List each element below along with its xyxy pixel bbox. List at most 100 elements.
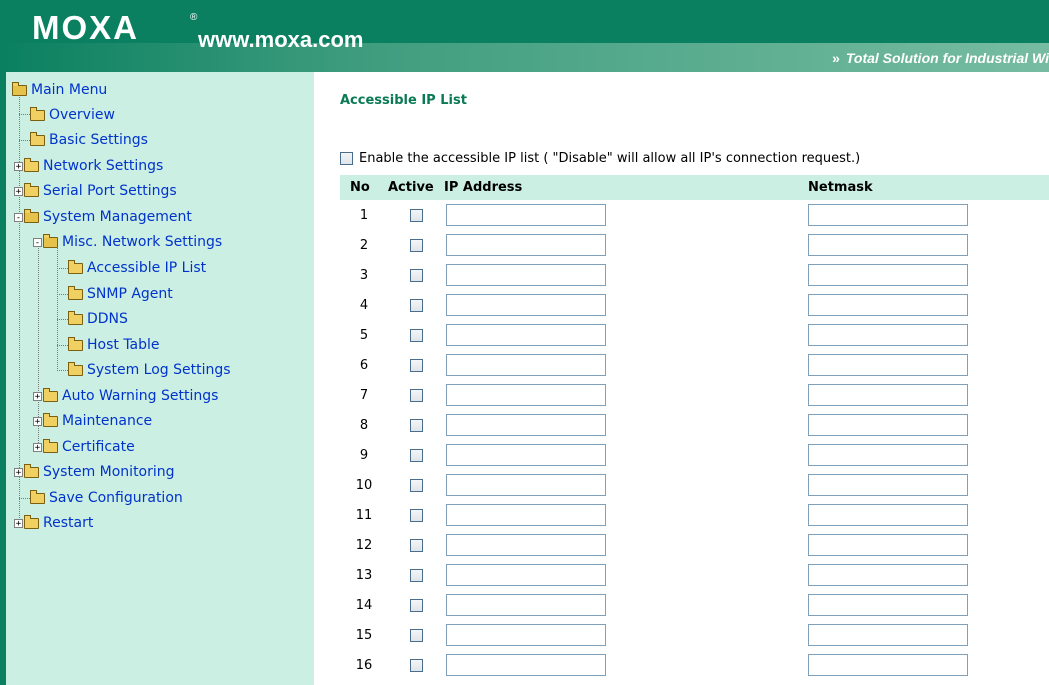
- ip-address-input[interactable]: [446, 354, 606, 376]
- active-checkbox[interactable]: [409, 418, 423, 432]
- registered-mark: ®: [190, 12, 198, 23]
- active-checkbox[interactable]: [409, 478, 423, 492]
- expand-icon[interactable]: +: [14, 467, 23, 477]
- netmask-input[interactable]: [808, 384, 968, 406]
- sidebar-item-misc-network-settings[interactable]: - Misc. Network Settings: [33, 232, 222, 252]
- active-checkbox[interactable]: [409, 388, 423, 402]
- active-cell: [388, 590, 444, 620]
- netmask-cell: [808, 620, 1049, 650]
- ip-address-input[interactable]: [446, 414, 606, 436]
- ip-address-input[interactable]: [446, 444, 606, 466]
- ip-address-input[interactable]: [446, 324, 606, 346]
- sidebar-item-basic-settings[interactable]: Basic Settings: [30, 130, 148, 150]
- ip-cell: [444, 590, 808, 620]
- sidebar-item-network-settings[interactable]: + Network Settings: [14, 156, 163, 176]
- ip-address-input[interactable]: [446, 384, 606, 406]
- sidebar-item-save-configuration[interactable]: Save Configuration: [30, 488, 183, 508]
- ip-address-input[interactable]: [446, 474, 606, 496]
- ip-address-input[interactable]: [446, 564, 606, 586]
- folder-icon: [68, 259, 83, 274]
- sidebar-item-host-table[interactable]: Host Table: [68, 335, 160, 355]
- active-checkbox[interactable]: [409, 508, 423, 522]
- active-checkbox[interactable]: [409, 268, 423, 282]
- expand-icon[interactable]: +: [14, 518, 23, 528]
- netmask-input[interactable]: [808, 444, 968, 466]
- active-checkbox[interactable]: [409, 628, 423, 642]
- enable-label: Enable the accessible IP list ( "Disable…: [359, 151, 861, 166]
- netmask-input[interactable]: [808, 294, 968, 316]
- table-row: 3: [340, 260, 1049, 290]
- netmask-input[interactable]: [808, 624, 968, 646]
- ip-address-input[interactable]: [446, 204, 606, 226]
- table-row: 13: [340, 560, 1049, 590]
- sidebar-item-system-log-settings[interactable]: System Log Settings: [68, 360, 231, 380]
- sidebar-item-overview[interactable]: Overview: [30, 105, 115, 125]
- active-checkbox[interactable]: [409, 328, 423, 342]
- sidebar-item-label: Auto Warning Settings: [62, 388, 219, 404]
- row-number: 1: [359, 207, 369, 223]
- folder-icon: [68, 285, 83, 300]
- ip-address-input[interactable]: [446, 594, 606, 616]
- active-checkbox[interactable]: [409, 298, 423, 312]
- netmask-cell: [808, 470, 1049, 500]
- header-banner: MOXA ® www.moxa.com » Total Solution for …: [0, 0, 1049, 72]
- netmask-input[interactable]: [808, 504, 968, 526]
- sidebar-item-accessible-ip-list[interactable]: Accessible IP List: [68, 258, 206, 278]
- netmask-cell: [808, 230, 1049, 260]
- active-checkbox[interactable]: [409, 448, 423, 462]
- sidebar-item-snmp-agent[interactable]: SNMP Agent: [68, 284, 173, 304]
- active-checkbox[interactable]: [409, 208, 423, 222]
- expand-icon[interactable]: +: [33, 391, 42, 401]
- tagline: » Total Solution for Industrial Wi: [832, 50, 1049, 66]
- enable-accessible-ip-checkbox[interactable]: [340, 152, 353, 165]
- netmask-input[interactable]: [808, 534, 968, 556]
- ip-address-input[interactable]: [446, 234, 606, 256]
- netmask-input[interactable]: [808, 264, 968, 286]
- netmask-input[interactable]: [808, 324, 968, 346]
- active-cell: [388, 260, 444, 290]
- sidebar-item-label: Overview: [49, 107, 115, 123]
- active-checkbox[interactable]: [409, 598, 423, 612]
- collapse-icon[interactable]: -: [14, 212, 23, 222]
- sidebar-item-main-menu[interactable]: Main Menu: [12, 80, 107, 100]
- netmask-input[interactable]: [808, 594, 968, 616]
- collapse-icon[interactable]: -: [33, 237, 42, 247]
- active-cell: [388, 650, 444, 680]
- netmask-input[interactable]: [808, 234, 968, 256]
- expand-icon[interactable]: +: [33, 416, 42, 426]
- sidebar-item-system-management[interactable]: - System Management: [14, 207, 192, 227]
- column-header-ip-address: IP Address: [444, 175, 808, 200]
- sidebar-item-label: DDNS: [87, 311, 128, 327]
- expand-icon[interactable]: +: [14, 186, 23, 196]
- active-checkbox[interactable]: [409, 658, 423, 672]
- expand-icon[interactable]: +: [14, 161, 23, 171]
- ip-address-input[interactable]: [446, 624, 606, 646]
- ip-address-input[interactable]: [446, 264, 606, 286]
- netmask-input[interactable]: [808, 474, 968, 496]
- enable-row: Enable the accessible IP list ( "Disable…: [340, 151, 860, 166]
- active-checkbox[interactable]: [409, 238, 423, 252]
- ip-address-input[interactable]: [446, 294, 606, 316]
- sidebar-item-ddns[interactable]: DDNS: [68, 309, 128, 329]
- active-checkbox[interactable]: [409, 568, 423, 582]
- sidebar-item-restart[interactable]: + Restart: [14, 513, 93, 533]
- sidebar-item-serial-port-settings[interactable]: + Serial Port Settings: [14, 181, 177, 201]
- netmask-input[interactable]: [808, 414, 968, 436]
- sidebar-item-auto-warning-settings[interactable]: + Auto Warning Settings: [33, 386, 218, 406]
- ip-address-input[interactable]: [446, 654, 606, 676]
- ip-address-input[interactable]: [446, 534, 606, 556]
- ip-address-input[interactable]: [446, 504, 606, 526]
- expand-icon[interactable]: +: [33, 442, 42, 452]
- row-number: 6: [359, 357, 369, 373]
- table-row: 15: [340, 620, 1049, 650]
- netmask-input[interactable]: [808, 564, 968, 586]
- netmask-input[interactable]: [808, 354, 968, 376]
- sidebar-item-certificate[interactable]: + Certificate: [33, 437, 135, 457]
- netmask-input[interactable]: [808, 204, 968, 226]
- active-checkbox[interactable]: [409, 358, 423, 372]
- sidebar-item-label: System Management: [43, 209, 192, 225]
- sidebar-item-maintenance[interactable]: + Maintenance: [33, 411, 152, 431]
- active-checkbox[interactable]: [409, 538, 423, 552]
- sidebar-item-system-monitoring[interactable]: + System Monitoring: [14, 462, 175, 482]
- netmask-input[interactable]: [808, 654, 968, 676]
